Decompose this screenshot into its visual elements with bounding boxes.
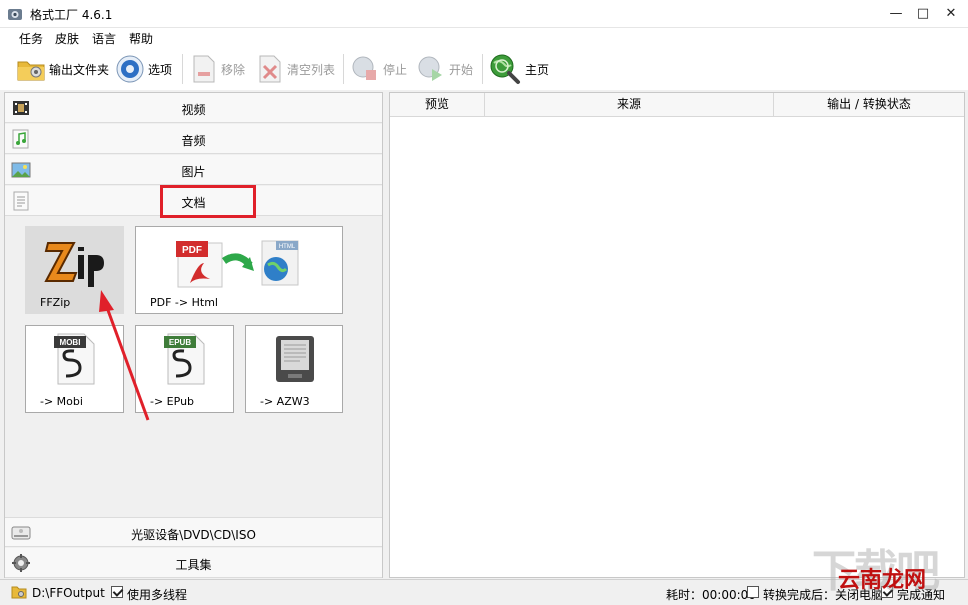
- remove-label: 移除: [221, 62, 246, 77]
- tile-pdf-to-html-label: PDF -> Html: [150, 296, 218, 309]
- tile-azw3-label: -> AZW3: [260, 395, 310, 408]
- window-title: 格式工厂 4.6.1: [30, 8, 113, 22]
- watermark: 下载吧 云南龙网: [808, 535, 968, 605]
- stop-label: 停止: [383, 62, 408, 77]
- category-image-label: 图片: [181, 165, 206, 179]
- title-bar: 格式工厂 4.6.1 — □ ✕: [0, 0, 968, 28]
- category-audio[interactable]: 音频: [5, 124, 382, 154]
- toolbar-separator: [343, 54, 344, 84]
- options-label: 选项: [148, 62, 173, 77]
- clear-list-button[interactable]: 清空列表: [256, 52, 335, 86]
- tile-ffzip[interactable]: FFZip: [25, 226, 124, 314]
- start-label: 开始: [449, 62, 474, 77]
- options-gear-icon: [116, 55, 144, 83]
- toolbar: 输出文件夹 选项 移除 清空列表 停止 开始 主页: [0, 48, 968, 90]
- pdf-to-html-icon: PDF HTML: [176, 240, 299, 288]
- ffzip-logo-icon: [44, 242, 104, 287]
- home-button[interactable]: 主页: [488, 52, 549, 86]
- options-button[interactable]: 选项: [115, 52, 172, 86]
- app-logo-icon: [8, 9, 22, 20]
- ereader-icon: [276, 336, 314, 382]
- clear-list-label: 清空列表: [287, 62, 336, 77]
- category-audio-label: 音频: [181, 134, 206, 148]
- document-tiles: FFZip PDF HTML PDF -> Html MOBI -> Mobi …: [5, 217, 382, 517]
- output-folder-icon: [11, 586, 27, 599]
- menu-language[interactable]: 语言: [92, 30, 116, 47]
- category-disc[interactable]: 光驱设备\DVD\CD\ISO: [5, 517, 382, 547]
- folder-icon: [17, 61, 45, 81]
- tile-azw3[interactable]: -> AZW3: [245, 325, 343, 413]
- category-video-label: 视频: [181, 103, 206, 117]
- after-convert-checkbox[interactable]: [747, 586, 759, 598]
- column-status[interactable]: 输出 / 转换状态: [774, 93, 964, 117]
- pdf-badge: PDF: [182, 245, 202, 256]
- tile-mobi[interactable]: MOBI -> Mobi: [25, 325, 124, 413]
- maximize-button[interactable]: □: [910, 4, 936, 24]
- category-image[interactable]: 图片: [5, 155, 382, 185]
- category-panel: 视频 音频 图片 文档 FFZip PDF HTML PDF -> Html M…: [4, 92, 383, 578]
- remove-icon: [193, 55, 215, 83]
- epub-file-icon: EPUB: [164, 333, 205, 385]
- tile-pdf-to-html[interactable]: PDF HTML PDF -> Html: [135, 226, 343, 314]
- output-folder-button[interactable]: 输出文件夹: [16, 52, 109, 86]
- epub-badge: EPUB: [169, 338, 191, 347]
- category-tools-label: 工具集: [175, 558, 212, 572]
- output-folder-label: 输出文件夹: [49, 62, 110, 77]
- multithread-checkbox[interactable]: [111, 586, 123, 598]
- tile-epub[interactable]: EPUB -> EPub: [135, 325, 234, 413]
- tile-epub-label: -> EPub: [150, 395, 195, 408]
- highlight-box: [160, 185, 256, 218]
- toolbar-separator: [482, 54, 483, 84]
- mobi-file-icon: MOBI: [54, 333, 95, 385]
- elapsed-time: 耗时：00:00:00: [666, 588, 756, 602]
- output-path[interactable]: D:\FFOutput: [32, 586, 105, 600]
- minimize-button[interactable]: —: [883, 4, 909, 24]
- watermark-small-text: 云南龙网: [838, 568, 927, 593]
- home-label: 主页: [525, 62, 550, 77]
- category-disc-label: 光驱设备\DVD\CD\ISO: [131, 528, 256, 542]
- start-button[interactable]: 开始: [416, 52, 473, 86]
- menu-bar: 任务 皮肤 语言 帮助: [0, 28, 968, 48]
- column-preview[interactable]: 预览: [390, 93, 485, 117]
- mobi-badge: MOBI: [60, 338, 81, 347]
- close-button[interactable]: ✕: [938, 4, 964, 24]
- html-badge: HTML: [279, 244, 296, 250]
- clear-list-icon: [259, 55, 281, 83]
- stop-button[interactable]: 停止: [350, 52, 407, 86]
- toolbar-separator: [182, 54, 183, 84]
- start-icon: [418, 56, 442, 81]
- tile-mobi-label: -> Mobi: [40, 395, 83, 408]
- menu-help[interactable]: 帮助: [129, 30, 153, 47]
- tile-ffzip-label: FFZip: [40, 296, 71, 309]
- home-globe-icon: [490, 54, 520, 84]
- category-tools[interactable]: 工具集: [5, 548, 382, 578]
- column-source[interactable]: 来源: [485, 93, 774, 117]
- menu-skin[interactable]: 皮肤: [55, 30, 79, 47]
- category-video[interactable]: 视频: [5, 93, 382, 123]
- menu-task[interactable]: 任务: [19, 30, 43, 47]
- multithread-label: 使用多线程: [127, 588, 188, 602]
- stop-icon: [352, 56, 376, 80]
- task-list[interactable]: 预览 来源 输出 / 转换状态: [389, 92, 965, 578]
- remove-button[interactable]: 移除: [190, 52, 245, 86]
